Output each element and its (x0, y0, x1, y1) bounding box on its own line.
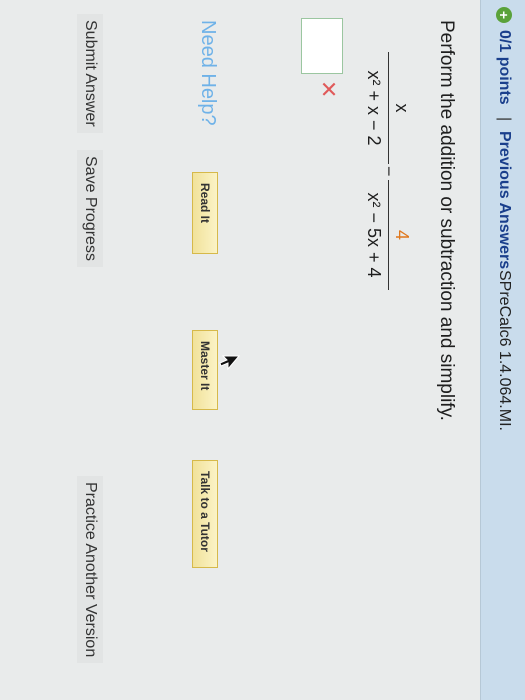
incorrect-x-icon: ✕ (316, 80, 341, 99)
plus-circle-icon[interactable]: + (496, 7, 512, 23)
master-it-button[interactable]: Master It (192, 330, 218, 410)
fraction-denominator: x² + x − 2 (364, 70, 384, 146)
mouse-cursor-icon (219, 355, 240, 371)
talk-to-tutor-button[interactable]: Talk to a Tutor (192, 460, 218, 568)
previous-answers-link[interactable]: Previous Answers (495, 131, 513, 269)
save-progress-button[interactable]: Save Progress (77, 150, 103, 267)
fraction-numerator: 4 (392, 229, 412, 240)
page: + 0/1 points | Previous Answers SPreCalc… (0, 0, 525, 700)
fraction-bar (388, 180, 389, 290)
read-it-button[interactable]: Read It (192, 172, 218, 254)
question-source: SPreCalc6 1.4.064.MI. (496, 270, 513, 431)
need-help-label: Need Help? (197, 20, 219, 126)
fraction-second: 4 x² − 5x + 4 (362, 180, 413, 290)
fraction-denominator: x² − 5x + 4 (364, 192, 384, 278)
operator-minus: − (379, 166, 399, 177)
answer-input[interactable] (301, 18, 343, 74)
points-score: 0/1 points (496, 30, 513, 105)
fraction-numerator: x (392, 103, 412, 113)
fraction-bar (388, 52, 389, 164)
question-header: + 0/1 points | Previous Answers SPreCalc… (480, 0, 525, 700)
header-separator: | (496, 117, 513, 122)
question-prompt: Perform the addition or subtraction and … (436, 20, 457, 421)
submit-answer-button[interactable]: Submit Answer (77, 14, 103, 133)
fraction-first: x x² + x − 2 (362, 52, 413, 164)
practice-another-version-button[interactable]: Practice Another Version (77, 476, 103, 664)
